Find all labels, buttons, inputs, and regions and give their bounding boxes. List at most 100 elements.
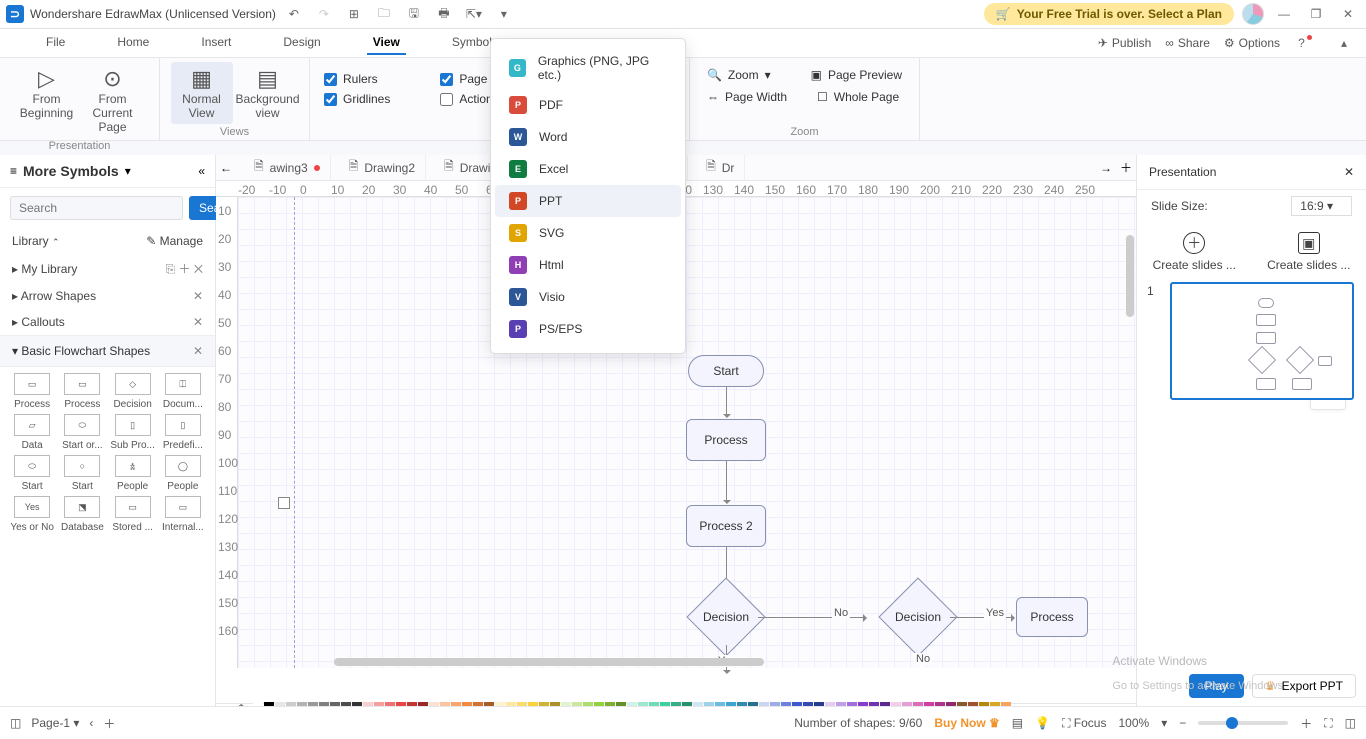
collapse-ribbon-button[interactable]: ▴ (1332, 31, 1356, 55)
menu-file[interactable]: File (40, 31, 71, 55)
export-item-svg[interactable]: SSVG (495, 217, 681, 249)
tab-next-button[interactable]: → (1100, 161, 1112, 175)
shape-thumb[interactable]: ◯People (159, 455, 207, 492)
manage-button[interactable]: ✎ Manage (146, 234, 203, 248)
focus-button[interactable]: ⛶ Focus (1062, 716, 1106, 731)
shape-thumb[interactable]: ⬔Database (58, 496, 106, 533)
create-slides-add-button[interactable]: ＋Create slides ... (1137, 232, 1252, 272)
library-toggle[interactable]: Library ⌃ (12, 234, 60, 248)
zoom-in-button[interactable]: ＋ (1300, 715, 1312, 732)
shape-thumb[interactable]: YesYes or No (8, 496, 56, 533)
shape-start[interactable]: Start (688, 355, 764, 387)
shape-thumb[interactable]: ▭Stored ... (109, 496, 157, 533)
menu-home[interactable]: Home (111, 31, 155, 55)
shape-thumb[interactable]: ◇Decision (109, 373, 157, 410)
save-button[interactable]: 🖫 (402, 2, 426, 26)
close-button[interactable]: ✕ (1336, 2, 1360, 26)
slide-size-select[interactable]: 16:9 ▾ (1291, 196, 1352, 216)
export-item-excel[interactable]: EExcel (495, 153, 681, 185)
undo-button[interactable]: ↶ (282, 2, 306, 26)
menu-view[interactable]: View (367, 31, 406, 55)
shape-process[interactable]: Process (686, 419, 766, 461)
export-item-ppt[interactable]: PPPT (495, 185, 681, 217)
publish-button[interactable]: ✈Publish (1098, 31, 1151, 55)
layers-button[interactable]: ▤ (1012, 716, 1023, 730)
zoom-slider[interactable] (1198, 721, 1288, 725)
tips-button[interactable]: 💡 (1035, 716, 1050, 730)
tab-add-button[interactable]: ＋ (1120, 159, 1132, 176)
normal-view-button[interactable]: ▦Normal View (171, 62, 233, 124)
shape-thumb[interactable]: ○Start (58, 455, 106, 492)
canvas[interactable]: Start Process Process 2 Decision Yes No … (238, 197, 1136, 668)
print-button[interactable]: 🖶 (432, 2, 456, 26)
my-library-item[interactable]: ▸ My Library ⎘ ＋ ✕ (0, 254, 215, 283)
rulers-checkbox[interactable]: Rulers (324, 72, 390, 86)
export-item-pdf[interactable]: PPDF (495, 89, 681, 121)
options-button[interactable]: ⚙Options (1224, 31, 1280, 55)
doc-tab[interactable]: 🗎awing3 (244, 155, 331, 181)
guide-line[interactable] (294, 197, 295, 668)
zoom-value[interactable]: 100% (1118, 716, 1149, 730)
trial-badge[interactable]: 🛒 Your Free Trial is over. Select a Plan (984, 3, 1234, 25)
basic-flowchart-category[interactable]: ▾ Basic Flowchart Shapes✕ (0, 335, 215, 367)
shape-process3[interactable]: Process (1016, 597, 1088, 637)
maximize-button[interactable]: ❐ (1304, 2, 1328, 26)
zoom-out-button[interactable]: − (1179, 716, 1186, 730)
export-item-ps-eps[interactable]: PPS/EPS (495, 313, 681, 345)
page-prev-button[interactable]: ‹ (89, 716, 93, 730)
create-slides-auto-button[interactable]: ▣Create slides ... (1252, 232, 1366, 272)
page-add-button[interactable]: ＋ (103, 715, 115, 732)
doc-tab[interactable]: 🗎Drawing2 (339, 155, 426, 181)
zoom-button[interactable]: 🔍Zoom▾ (707, 68, 771, 82)
gridlines-checkbox[interactable]: Gridlines (324, 92, 390, 106)
export-item-word[interactable]: WWord (495, 121, 681, 153)
shape-thumb[interactable]: ▯Sub Pro... (109, 414, 157, 451)
shape-thumb[interactable]: ▯Predefi... (159, 414, 207, 451)
fullscreen-button[interactable]: ◫ (1345, 716, 1356, 730)
shape-thumb[interactable]: ⬭Start or... (58, 414, 106, 451)
connector[interactable] (726, 387, 727, 417)
shape-thumb[interactable]: ⬭Start (8, 455, 56, 492)
page-selector[interactable]: Page-1 ▾ (31, 716, 79, 730)
open-button[interactable]: 🗀 (372, 2, 396, 26)
page-width-button[interactable]: ⇔Page Width (707, 90, 787, 104)
redo-button[interactable]: ↷ (312, 2, 336, 26)
scrollbar-horizontal[interactable] (334, 658, 764, 666)
shape-thumb[interactable]: ⎅Docum... (159, 373, 207, 410)
export-item-html[interactable]: HHtml (495, 249, 681, 281)
shape-thumb[interactable]: 𖠋People (109, 455, 157, 492)
from-beginning-button[interactable]: ▷From Beginning (16, 62, 78, 124)
scrollbar-vertical[interactable] (1126, 235, 1134, 317)
export-item-graphics-png-jpg-etc-[interactable]: GGraphics (PNG, JPG etc.) (495, 47, 681, 89)
shape-decision2[interactable]: Decision (878, 577, 957, 656)
minimize-button[interactable]: — (1272, 2, 1296, 26)
slide-thumbnail[interactable] (1170, 282, 1354, 400)
shape-thumb[interactable]: ▭Process (8, 373, 56, 410)
whole-page-button[interactable]: ☐Whole Page (817, 90, 899, 104)
export-button[interactable]: ⇱▾ (462, 2, 486, 26)
new-button[interactable]: ⊞ (342, 2, 366, 26)
user-avatar[interactable] (1242, 3, 1264, 25)
menu-design[interactable]: Design (277, 31, 326, 55)
search-input[interactable] (10, 196, 183, 220)
help-button[interactable]: ? (1294, 31, 1318, 55)
close-right-panel-button[interactable]: ✕ (1344, 165, 1354, 179)
shape-process2[interactable]: Process 2 (686, 505, 766, 547)
shape-thumb[interactable]: ▱Data (8, 414, 56, 451)
tab-prev-button[interactable]: ← (220, 161, 232, 175)
connector[interactable] (726, 461, 727, 503)
background-view-button[interactable]: ▤Background view (237, 62, 299, 124)
more-symbols-label[interactable]: More Symbols (23, 163, 119, 179)
page-preview-button[interactable]: ▣Page Preview (811, 68, 902, 82)
doc-tab[interactable]: 🗎Dr (696, 155, 745, 181)
export-item-visio[interactable]: VVisio (495, 281, 681, 313)
shape-thumb[interactable]: ▭Internal... (159, 496, 207, 533)
outline-toggle[interactable]: ◫ (10, 716, 21, 730)
fit-page-button[interactable]: ⛶ (1324, 716, 1332, 731)
collapse-left-button[interactable]: « (198, 164, 205, 178)
shape-thumb[interactable]: ▭Process (58, 373, 106, 410)
share-button[interactable]: ∞Share (1165, 31, 1210, 55)
guide-handle[interactable] (278, 497, 290, 509)
arrow-shapes-item[interactable]: ▸ Arrow Shapes✕ (0, 283, 215, 309)
more-qat-button[interactable]: ▾ (492, 2, 516, 26)
